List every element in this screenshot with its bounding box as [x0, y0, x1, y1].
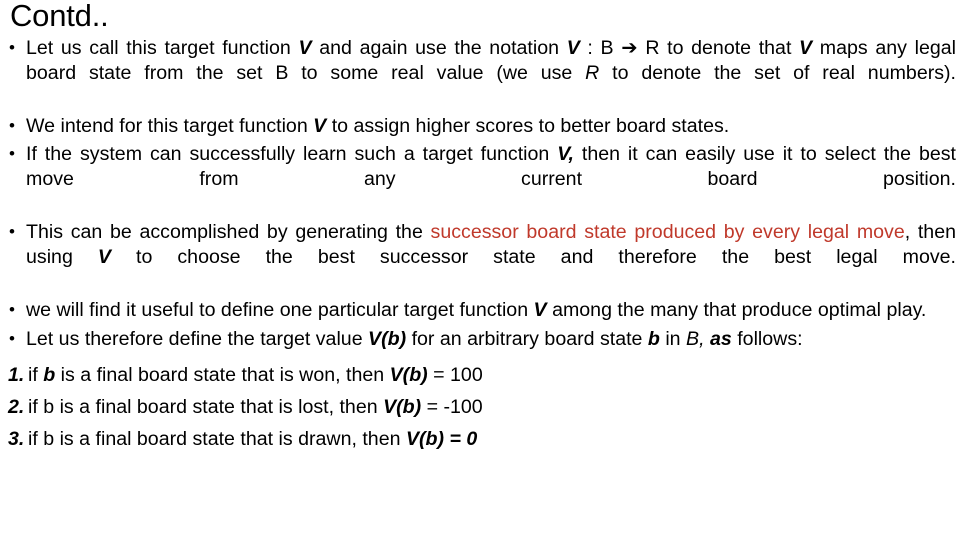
symbol-V: V — [533, 298, 547, 321]
symbol-V: V — [313, 114, 327, 137]
slide-root: Contd.. • Let us call this target functi… — [0, 0, 960, 540]
right-arrow-icon: ➔ — [621, 37, 638, 59]
bullet-successor-board-state: • This can be accomplished by generating… — [0, 220, 960, 294]
text-fragment: if b is a final board state that is lost… — [28, 396, 384, 419]
bullet-marker-icon: • — [9, 115, 15, 135]
text-fragment: to assign higher scores to better board … — [326, 114, 730, 137]
bullet-text: If the system can successfully learn suc… — [26, 142, 956, 216]
symbol-V-of-b: V(b) — [389, 364, 428, 387]
symbol-b: b — [647, 327, 660, 350]
text-fragment: follows: — [731, 327, 803, 350]
bullet-marker-icon: • — [9, 328, 15, 348]
numbered-item-won: 1. if b is a final board state that is w… — [0, 363, 960, 388]
text-fragment: among the many that produce optimal play… — [546, 298, 927, 321]
text-fragment: R to denote that — [637, 37, 800, 59]
symbol-V-of-b: V(b) — [383, 396, 422, 419]
numbered-text: if b is a final board state that is draw… — [28, 428, 477, 450]
text-fragment: if — [28, 364, 44, 387]
text-fragment: is a final board state that is won, then — [55, 364, 390, 387]
text-fragment: and again use the notation — [311, 37, 567, 59]
numbered-item-drawn: 3. if b is a final board state that is d… — [0, 427, 960, 452]
numbered-marker: 1. — [8, 364, 25, 387]
text-fragment: to denote the set of real numbers). — [599, 61, 957, 84]
numbered-item-lost: 2. if b is a final board state that is l… — [0, 395, 960, 420]
bullet-define-target-value: • Let us therefore define the target val… — [0, 327, 960, 352]
bullet-optimal-play: • we will find it useful to define one p… — [0, 298, 960, 323]
text-fragment: If the system can successfully learn suc… — [26, 143, 558, 166]
bullet-text: Let us therefore define the target value… — [26, 327, 956, 352]
text-fragment: Let us call this target function — [26, 37, 299, 59]
bullet-marker-icon: • — [9, 144, 15, 164]
symbol-V-of-b: V(b) — [368, 327, 407, 350]
numbered-value: = -100 — [421, 396, 483, 419]
slide-body: • Let us call this target function V and… — [0, 36, 960, 459]
symbol-V: V — [298, 37, 312, 59]
numbered-text: if b is a final board state that is lost… — [28, 396, 483, 418]
symbol-V: V, — [557, 143, 574, 166]
bullet-select-best-move: • If the system can successfully learn s… — [0, 142, 960, 216]
numbered-list: 1. if b is a final board state that is w… — [0, 363, 960, 452]
numbered-marker: 2. — [8, 396, 25, 419]
numbered-marker: 3. — [8, 428, 25, 451]
text-fragment: we will find it useful to define one par… — [26, 298, 534, 321]
bullet-list: • Let us call this target function V and… — [0, 36, 960, 351]
symbol-b: b — [43, 364, 56, 387]
text-fragment: to choose the best successor state and t… — [110, 245, 956, 268]
text-fragment: This can be accomplished by generating t… — [26, 221, 431, 244]
bullet-higher-scores: • We intend for this target function V t… — [0, 114, 960, 139]
symbol-V: V — [566, 37, 580, 59]
symbol-B: B, — [686, 327, 705, 350]
bullet-text: Let us call this target function V and a… — [26, 36, 956, 110]
symbol-V: V — [799, 37, 813, 59]
word-as: as — [709, 327, 732, 350]
symbol-V-of-b-equals: V(b) = 0 — [405, 428, 478, 451]
text-fragment: : B — [579, 37, 622, 59]
bullet-text: We intend for this target function V to … — [26, 114, 956, 139]
text-fragment: for an arbitrary board state — [406, 327, 648, 350]
text-fragment: Let us therefore define the target value — [26, 327, 369, 350]
bullet-target-function-notation: • Let us call this target function V and… — [0, 36, 960, 110]
highlighted-phrase: successor board state produced by every … — [430, 221, 905, 244]
bullet-text: This can be accomplished by generating t… — [26, 220, 956, 294]
bullet-text: we will find it useful to define one par… — [26, 298, 956, 323]
text-fragment: We intend for this target function — [26, 114, 314, 137]
bullet-marker-icon: • — [9, 222, 15, 242]
numbered-value: = 100 — [427, 364, 483, 387]
bullet-marker-icon: • — [9, 299, 15, 319]
page-title: Contd.. — [10, 0, 109, 33]
text-fragment: in — [659, 327, 687, 350]
symbol-V: V — [97, 245, 111, 268]
bullet-marker-icon: • — [9, 38, 15, 57]
numbered-text: if b is a final board state that is won,… — [28, 364, 483, 386]
text-fragment: if b is a final board state that is draw… — [28, 428, 406, 451]
symbol-R: R — [585, 61, 600, 84]
